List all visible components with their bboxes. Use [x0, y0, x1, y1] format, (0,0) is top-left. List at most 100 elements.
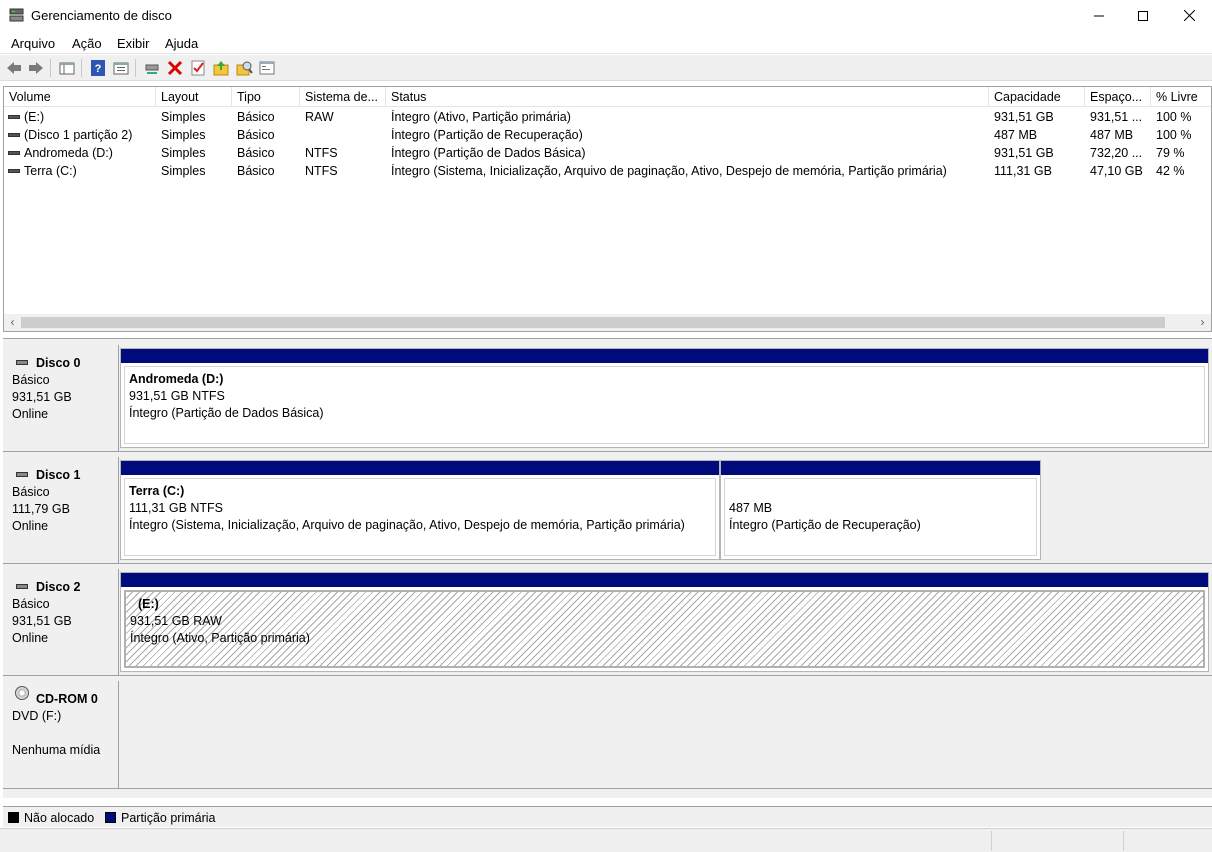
column-header-sistema[interactable]: Sistema de...: [300, 87, 386, 107]
table-row[interactable]: Terra (C:) Simples Básico NTFS Íntegro (…: [4, 162, 1211, 180]
disk-name: Disco 1: [36, 468, 81, 482]
cd-rom-icon: [15, 686, 29, 700]
menu-arquivo[interactable]: Arquivo: [11, 36, 55, 51]
volume-list: Volume Layout Tipo Sistema de... Status …: [3, 86, 1212, 332]
cell-espaco: 732,20 ...: [1090, 146, 1143, 160]
column-header-espaco[interactable]: Espaço...: [1085, 87, 1151, 107]
horizontal-scrollbar[interactable]: ‹ ›: [4, 314, 1211, 331]
disk-label[interactable]: Disco 0 Básico 931,51 GB Online: [3, 345, 119, 451]
table-row[interactable]: Andromeda (D:) Simples Básico NTFS Ínteg…: [4, 144, 1211, 162]
cell-espaco: 931,51 ...: [1090, 110, 1143, 124]
table-row[interactable]: (Disco 1 partição 2) Simples Básico Ínte…: [4, 126, 1211, 144]
scroll-right-icon[interactable]: ›: [1194, 315, 1211, 329]
cell-espaco: 47,10 GB: [1090, 164, 1143, 178]
menu-exibir[interactable]: Exibir: [117, 36, 150, 51]
open-folder-up-icon[interactable]: [212, 59, 230, 77]
cell-volume: Terra (C:): [24, 164, 77, 178]
cell-layout: Simples: [161, 146, 206, 160]
partition-selected[interactable]: (E:) 931,51 GB RAW Íntegro (Ativo, Parti…: [120, 572, 1209, 672]
cell-tipo: Básico: [237, 164, 275, 178]
disk-label[interactable]: CD-ROM 0 DVD (F:) Nenhuma mídia: [3, 681, 119, 788]
toolbar: ?: [0, 55, 1212, 81]
disk-label[interactable]: Disco 1 Básico 111,79 GB Online: [3, 457, 119, 563]
column-header-capacidade[interactable]: Capacidade: [989, 87, 1085, 107]
menu-ajuda[interactable]: Ajuda: [165, 36, 198, 51]
unallocated-swatch: [8, 812, 19, 823]
cell-volume: (Disco 1 partição 2): [24, 128, 133, 142]
column-header-volume[interactable]: Volume: [4, 87, 156, 107]
column-header-layout[interactable]: Layout: [156, 87, 232, 107]
disk-type: Básico: [12, 597, 50, 611]
connect-drive-icon[interactable]: [143, 59, 161, 77]
cell-livre: 100 %: [1156, 128, 1192, 142]
partition-title: Terra (C:): [129, 484, 185, 498]
primary-partition-bar: [721, 461, 1040, 475]
column-header-livre[interactable]: % Livre: [1151, 87, 1211, 107]
check-icon[interactable]: [189, 59, 207, 77]
disk-management-icon: [9, 8, 24, 22]
svg-text:?: ?: [95, 63, 102, 75]
disk-row-0: Disco 0 Básico 931,51 GB Online Andromed…: [3, 345, 1212, 452]
cell-livre: 100 %: [1156, 110, 1192, 124]
partition-title: Andromeda (D:): [129, 372, 224, 386]
partition-info: 931,51 GB NTFS: [129, 389, 225, 403]
cell-tipo: Básico: [237, 110, 275, 124]
partition-body: Terra (C:) 111,31 GB NTFS Íntegro (Siste…: [124, 478, 716, 556]
column-header-status[interactable]: Status: [386, 87, 989, 107]
cell-status: Íntegro (Sistema, Inicialização, Arquivo…: [391, 164, 947, 178]
toolbar-separator: [50, 59, 51, 77]
disk-icon: [16, 472, 28, 477]
properties-icon[interactable]: [112, 59, 130, 77]
cell-layout: Simples: [161, 128, 206, 142]
partition-info: 931,51 GB RAW: [130, 614, 222, 628]
disk-state: Nenhuma mídia: [12, 743, 101, 757]
console-icon[interactable]: [258, 59, 276, 77]
partition[interactable]: Terra (C:) 111,31 GB NTFS Íntegro (Siste…: [120, 460, 720, 560]
column-header-tipo[interactable]: Tipo: [232, 87, 300, 107]
menu-acao[interactable]: Ação: [72, 36, 102, 51]
show-hide-tree-icon[interactable]: [58, 59, 76, 77]
partition-title: (E:): [138, 597, 159, 611]
status-separator: [991, 831, 992, 851]
menu-bar: Arquivo Ação Exibir Ajuda: [0, 31, 1212, 54]
minimize-button[interactable]: [1076, 0, 1122, 31]
cell-livre: 42 %: [1156, 164, 1185, 178]
disk-type: DVD (F:): [12, 709, 62, 723]
back-icon[interactable]: [5, 59, 23, 77]
primary-partition-bar: [121, 573, 1208, 587]
delete-icon[interactable]: [166, 59, 184, 77]
table-row[interactable]: (E:) Simples Básico RAW Íntegro (Ativo, …: [4, 108, 1211, 126]
disk-label[interactable]: Disco 2 Básico 931,51 GB Online: [3, 569, 119, 675]
disk-size: 931,51 GB: [12, 390, 72, 404]
cell-capacidade: 931,51 GB: [994, 146, 1054, 160]
forward-icon[interactable]: [27, 59, 45, 77]
cell-capacidade: 931,51 GB: [994, 110, 1054, 124]
disk-blank: [12, 726, 118, 743]
maximize-button[interactable]: [1120, 0, 1166, 31]
close-button[interactable]: [1166, 0, 1212, 31]
cell-tipo: Básico: [237, 146, 275, 160]
explore-icon[interactable]: [235, 59, 253, 77]
partition-body: Andromeda (D:) 931,51 GB NTFS Íntegro (P…: [124, 366, 1205, 444]
toolbar-separator: [81, 59, 82, 77]
cell-capacidade: 111,31 GB: [994, 164, 1052, 178]
title-bar: Gerenciamento de disco: [0, 0, 1212, 31]
close-icon: [1183, 10, 1195, 21]
legend-unallocated: Não alocado: [24, 811, 95, 825]
partition[interactable]: 487 MB Íntegro (Partição de Recuperação): [720, 460, 1041, 560]
disk-state: Online: [12, 519, 49, 533]
disk-icon: [16, 584, 28, 589]
partition-body: (E:) 931,51 GB RAW Íntegro (Ativo, Parti…: [124, 590, 1205, 668]
help-icon[interactable]: ?: [89, 59, 107, 77]
cell-layout: Simples: [161, 110, 206, 124]
partition[interactable]: Andromeda (D:) 931,51 GB NTFS Íntegro (P…: [120, 348, 1209, 448]
scrollbar-thumb[interactable]: [21, 317, 1165, 328]
status-bar: [0, 828, 1212, 852]
partition-body: 487 MB Íntegro (Partição de Recuperação): [724, 478, 1037, 556]
disk-name: CD-ROM 0: [36, 692, 98, 706]
disk-area: Disco 0 Básico 931,51 GB Online Andromed…: [3, 338, 1212, 798]
primary-partition-bar: [121, 349, 1208, 363]
partition-info: 111,31 GB NTFS: [129, 501, 224, 515]
primary-partition-bar: [121, 461, 719, 475]
scroll-left-icon[interactable]: ‹: [4, 315, 21, 329]
